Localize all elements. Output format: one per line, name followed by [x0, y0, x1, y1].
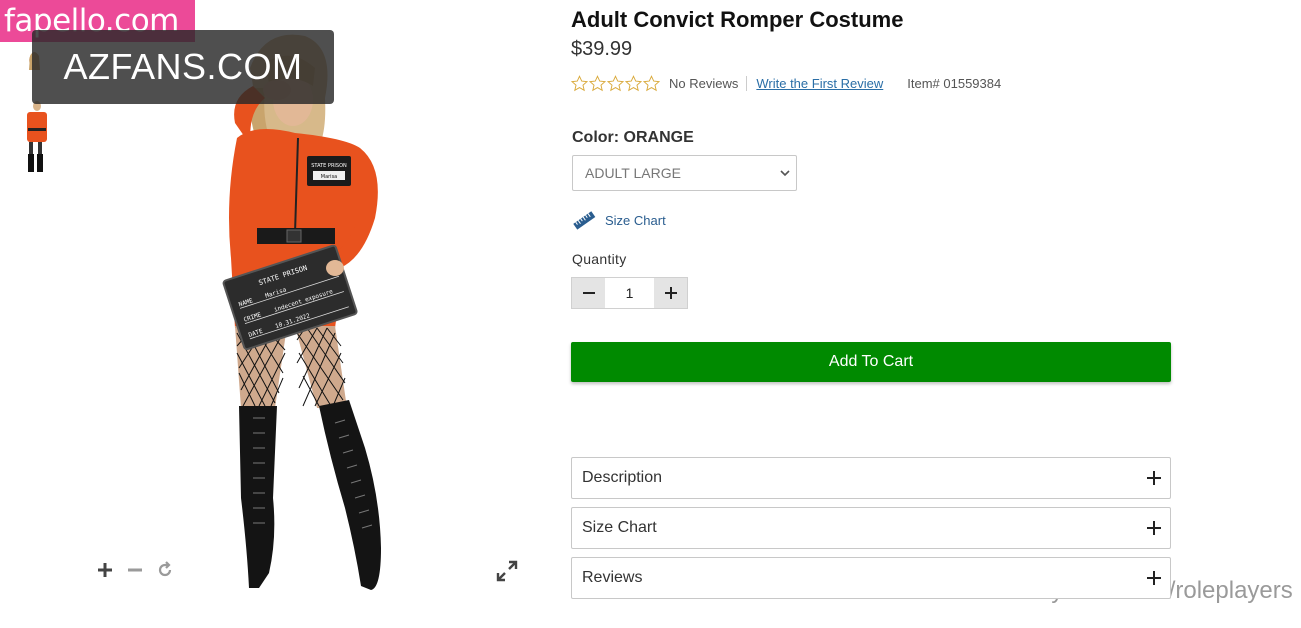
- quantity-label: Quantity: [572, 251, 627, 267]
- image-zoom-controls: [96, 560, 174, 580]
- plus-icon: [1147, 471, 1161, 485]
- reset-icon[interactable]: [156, 560, 174, 580]
- zoom-in-icon[interactable]: [96, 560, 114, 580]
- write-review-link[interactable]: Write the First Review: [756, 76, 883, 91]
- star-icon: [625, 74, 642, 91]
- accordion-label: Size Chart: [582, 519, 657, 536]
- plus-icon: [1147, 521, 1161, 535]
- badge-name-text: Marisa: [321, 174, 338, 180]
- quantity-increase-button[interactable]: [654, 278, 687, 308]
- product-image[interactable]: STATE PRISON Marisa STATE PRISON NAME Ma…: [195, 28, 435, 593]
- plus-icon: [664, 287, 677, 299]
- expand-icon[interactable]: [496, 560, 518, 582]
- item-number: Item# 01559384: [907, 75, 1002, 91]
- size-select-value: ADULT LARGE: [585, 165, 681, 181]
- size-chart-label: Size Chart: [605, 212, 666, 228]
- size-chart-link[interactable]: Size Chart: [572, 208, 666, 232]
- rating-stars[interactable]: [571, 74, 660, 92]
- color-label: Color: ORANGE: [572, 129, 694, 146]
- accordion-label: Reviews: [582, 569, 643, 586]
- accordion-description[interactable]: Description: [571, 457, 1171, 499]
- chevron-down-icon: [780, 170, 790, 177]
- add-to-cart-button[interactable]: Add To Cart: [571, 342, 1171, 382]
- accordion-reviews[interactable]: Reviews: [571, 557, 1171, 599]
- quantity-decrease-button[interactable]: [572, 278, 605, 308]
- minus-icon: [582, 292, 595, 294]
- accordion-size-chart[interactable]: Size Chart: [571, 507, 1171, 549]
- quantity-stepper: 1: [571, 277, 688, 309]
- size-select[interactable]: ADULT LARGE: [572, 155, 797, 191]
- star-icon: [589, 74, 606, 91]
- product-price: $39.99: [571, 38, 633, 60]
- plus-icon: [1147, 571, 1161, 585]
- ruler-icon: [573, 211, 596, 230]
- star-icon: [643, 74, 660, 91]
- watermark-box: AZFANS.COM: [32, 30, 334, 104]
- rating-row: No Reviews Write the First Review Item# …: [571, 73, 1001, 93]
- no-reviews-text: No Reviews: [669, 75, 748, 91]
- badge-top-text: STATE PRISON: [311, 163, 347, 169]
- star-icon: [607, 74, 624, 91]
- quantity-input[interactable]: 1: [605, 278, 654, 308]
- zoom-out-icon[interactable]: [126, 560, 144, 580]
- accordion-label: Description: [582, 469, 663, 486]
- product-title: Adult Convict Romper Costume: [571, 7, 904, 32]
- star-icon: [571, 74, 588, 91]
